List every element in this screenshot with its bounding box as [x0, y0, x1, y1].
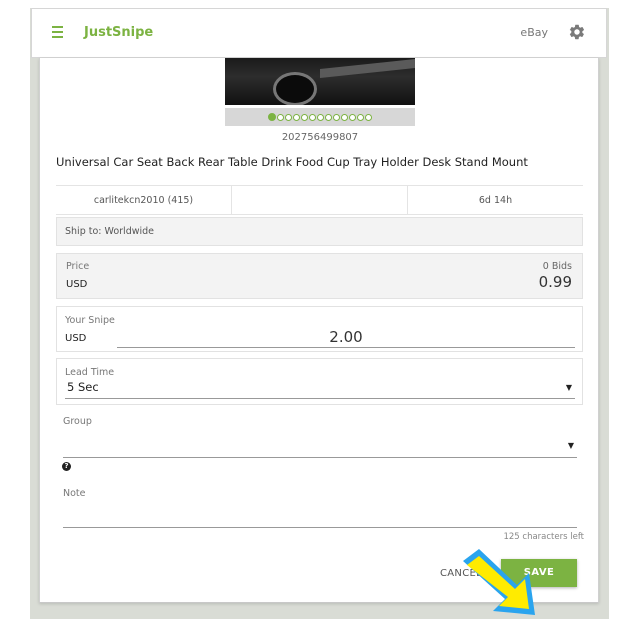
top-bar: JustSnipe eBay	[31, 8, 607, 58]
marketplace-label[interactable]: eBay	[520, 26, 548, 39]
listing-info-row: carlitekcn2010 (415) 6d 14h	[56, 185, 583, 215]
snipe-box: Your Snipe USD 2.00	[56, 306, 583, 352]
note-label: Note	[63, 488, 86, 499]
item-id: 202756499807	[281, 132, 359, 143]
carousel-dot[interactable]	[341, 113, 348, 121]
snipe-currency: USD	[65, 333, 87, 344]
carousel-dot[interactable]	[268, 113, 276, 121]
gear-icon[interactable]	[568, 23, 586, 41]
note-input[interactable]	[63, 504, 577, 528]
price-box: Price 0 Bids USD 0.99	[56, 253, 583, 299]
carousel-dot[interactable]	[357, 113, 364, 121]
price-value: 0.99	[538, 273, 572, 291]
save-button[interactable]: SAVE	[501, 559, 577, 587]
bid-count: 0 Bids	[542, 261, 572, 272]
time-left: 6d 14h	[478, 194, 513, 206]
carousel-dot[interactable]	[333, 113, 340, 121]
price-label: Price	[66, 261, 90, 272]
question-icon[interactable]: ?	[62, 462, 71, 471]
lead-time-label: Lead Time	[65, 367, 115, 378]
group-label: Group	[63, 416, 92, 427]
snipe-form-card: 202756499807 Universal Car Seat Back Rea…	[39, 58, 599, 615]
lead-time-select[interactable]: 5 Sec ▼	[65, 380, 575, 399]
image-carousel-indicator[interactable]	[225, 108, 415, 126]
listing-title[interactable]: Universal Car Seat Back Rear Table Drink…	[56, 155, 586, 169]
carousel-dot[interactable]	[349, 113, 356, 121]
listing-image[interactable]	[225, 58, 415, 105]
carousel-dot[interactable]	[301, 113, 308, 121]
group-select[interactable]: ▼	[63, 432, 577, 458]
seller-name[interactable]: carlitekcn2010 (415)	[56, 186, 231, 214]
carousel-dot[interactable]	[325, 113, 332, 121]
carousel-dot[interactable]	[285, 113, 292, 121]
carousel-dot[interactable]	[317, 113, 324, 121]
caret-down-icon: ▼	[567, 441, 574, 450]
brand-name[interactable]: JustSnipe	[84, 25, 153, 40]
price-currency: USD	[66, 279, 88, 290]
ship-to: Ship to: Worldwide	[56, 217, 583, 246]
carousel-dot[interactable]	[277, 113, 284, 121]
snipe-label: Your Snipe	[65, 315, 115, 326]
characters-left: 125 characters left	[503, 532, 584, 542]
listing-info-middle	[231, 186, 408, 214]
snipe-amount-input[interactable]: 2.00	[117, 328, 575, 348]
carousel-dot[interactable]	[293, 113, 300, 121]
carousel-dot[interactable]	[309, 113, 316, 121]
lead-time-box: Lead Time 5 Sec ▼	[56, 358, 583, 405]
carousel-dot[interactable]	[365, 113, 372, 121]
lead-time-value: 5 Sec	[67, 380, 99, 394]
caret-down-icon: ▼	[565, 383, 572, 392]
hamburger-icon[interactable]	[52, 26, 63, 38]
cancel-button[interactable]: CANCEL	[430, 560, 492, 588]
